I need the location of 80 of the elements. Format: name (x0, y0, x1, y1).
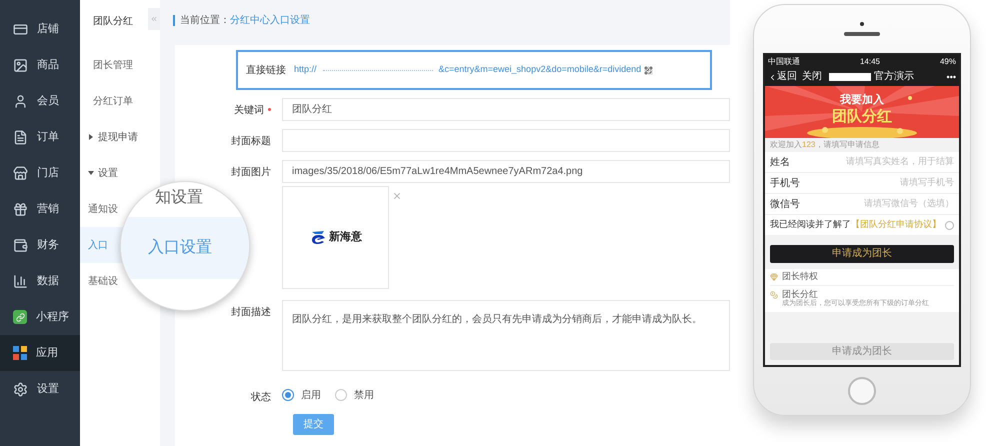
text-field[interactable]: 请填写微信号（选填） (814, 197, 954, 211)
text-field[interactable]: 请填写真实姓名，用于结算 (814, 155, 954, 169)
apply-button[interactable]: 申请成为团长 (770, 244, 954, 262)
field-label: 直接链接 (246, 64, 287, 78)
agreement-radio[interactable] (945, 220, 954, 230)
store-icon (13, 166, 28, 180)
text-field[interactable]: 请填写手机号 (814, 176, 954, 190)
gem-icon (770, 273, 778, 281)
collapse-button[interactable] (148, 8, 160, 30)
menu-item[interactable]: 团长管理 (93, 58, 133, 72)
settings-icon (13, 382, 28, 396)
logo-icon (309, 230, 327, 246)
welcome-notice: 欢迎加入123，请填写申请信息 (769, 139, 880, 151)
banner-headline: 团队分红 (832, 108, 892, 124)
menu-group[interactable]: 提现申请 (88, 130, 138, 144)
image-path-field[interactable]: images/35/2018/06/E5m77aLw1re4MmA5ewnee7yARm72a4.png (282, 160, 730, 183)
apps-grid-icon (13, 346, 27, 360)
sidebar-item[interactable]: 应用 (0, 335, 80, 371)
sidebar-item[interactable]: 设置 (0, 371, 80, 407)
close-icon[interactable] (392, 191, 402, 201)
menu-item[interactable]: 基础设 (88, 274, 118, 288)
page-title: 官方演示 (874, 72, 914, 82)
gift-icon (13, 202, 28, 216)
sidebar-item[interactable]: 订单 (0, 119, 80, 155)
menu-title: 团队分红 (93, 14, 133, 28)
sidebar-item[interactable]: 小程序 (0, 299, 80, 335)
sidebar-item[interactable]: 商品 (0, 47, 80, 83)
field-label: 封面描述 (231, 306, 271, 320)
description-field[interactable]: 团队分红，是用来获取整个团队分红的，会员只有先申请成为分销商后，才能申请成为队长。 (282, 300, 730, 371)
radio-option[interactable]: 启用 (282, 388, 321, 402)
speaker-icon (844, 32, 880, 36)
sidebar-item[interactable]: 店铺 (0, 11, 80, 47)
sidebar-item[interactable]: 营销 (0, 191, 80, 227)
status-bar: 中国联通 14:45 49% (765, 55, 959, 68)
radio-button[interactable] (282, 389, 294, 401)
field-label: 封面标题 (231, 134, 271, 149)
home-button[interactable] (848, 377, 876, 405)
text-field[interactable]: 团队分红 (282, 98, 730, 121)
back-button[interactable]: 返回 (768, 72, 797, 82)
sidebar-item[interactable]: 数据 (0, 263, 80, 299)
field-label: 状态 (251, 390, 271, 405)
field-label: 姓名 (770, 156, 790, 170)
caret-down-icon (88, 170, 94, 176)
text-field[interactable] (282, 129, 730, 152)
breadcrumb-label: 当前位置： (180, 14, 230, 28)
field-label: 关键词 (234, 104, 264, 118)
wallet-icon (13, 238, 28, 252)
camera-icon (860, 22, 864, 26)
sidebar-item[interactable]: 门店 (0, 155, 80, 191)
coins-icon (770, 291, 778, 299)
collapse-icon (150, 15, 158, 23)
card-icon (13, 22, 28, 36)
caret-right-icon (88, 134, 94, 140)
apply-button: 申请成为团长 (770, 343, 954, 360)
redaction-bar (829, 73, 871, 81)
radio-button[interactable] (335, 389, 347, 401)
close-button[interactable]: 关闭 (802, 72, 822, 82)
sidebar-item[interactable]: 财务 (0, 227, 80, 263)
bar-chart-icon (13, 274, 28, 288)
logo-text: 新海意 (329, 230, 362, 246)
back-icon (768, 72, 777, 82)
user-icon (13, 94, 28, 108)
banner-title: 我要加入 (840, 94, 884, 106)
field-label: 手机号 (770, 176, 800, 190)
menu-group[interactable]: 设置 (88, 166, 118, 180)
document-icon (13, 130, 28, 144)
sidebar-item[interactable]: 会员 (0, 83, 80, 119)
agreement-text: 我已经阅读并了解了【团队分红申请协议】 (770, 218, 941, 232)
menu-item[interactable]: 分红订单 (93, 94, 133, 108)
more-button[interactable]: ••• (946, 72, 956, 82)
perk-title: 团长分红 (782, 289, 819, 300)
field-label: 封面图片 (231, 166, 271, 180)
menu-item[interactable]: 通知设 (88, 202, 118, 216)
image-icon (13, 58, 28, 72)
qr-code-icon[interactable] (644, 66, 654, 74)
direct-link[interactable]: http:// (294, 63, 317, 77)
link-icon (13, 310, 27, 324)
radio-option[interactable]: 禁用 (335, 388, 374, 402)
field-label: 微信号 (770, 198, 800, 212)
perk-heading: 团长特权 (782, 270, 818, 284)
